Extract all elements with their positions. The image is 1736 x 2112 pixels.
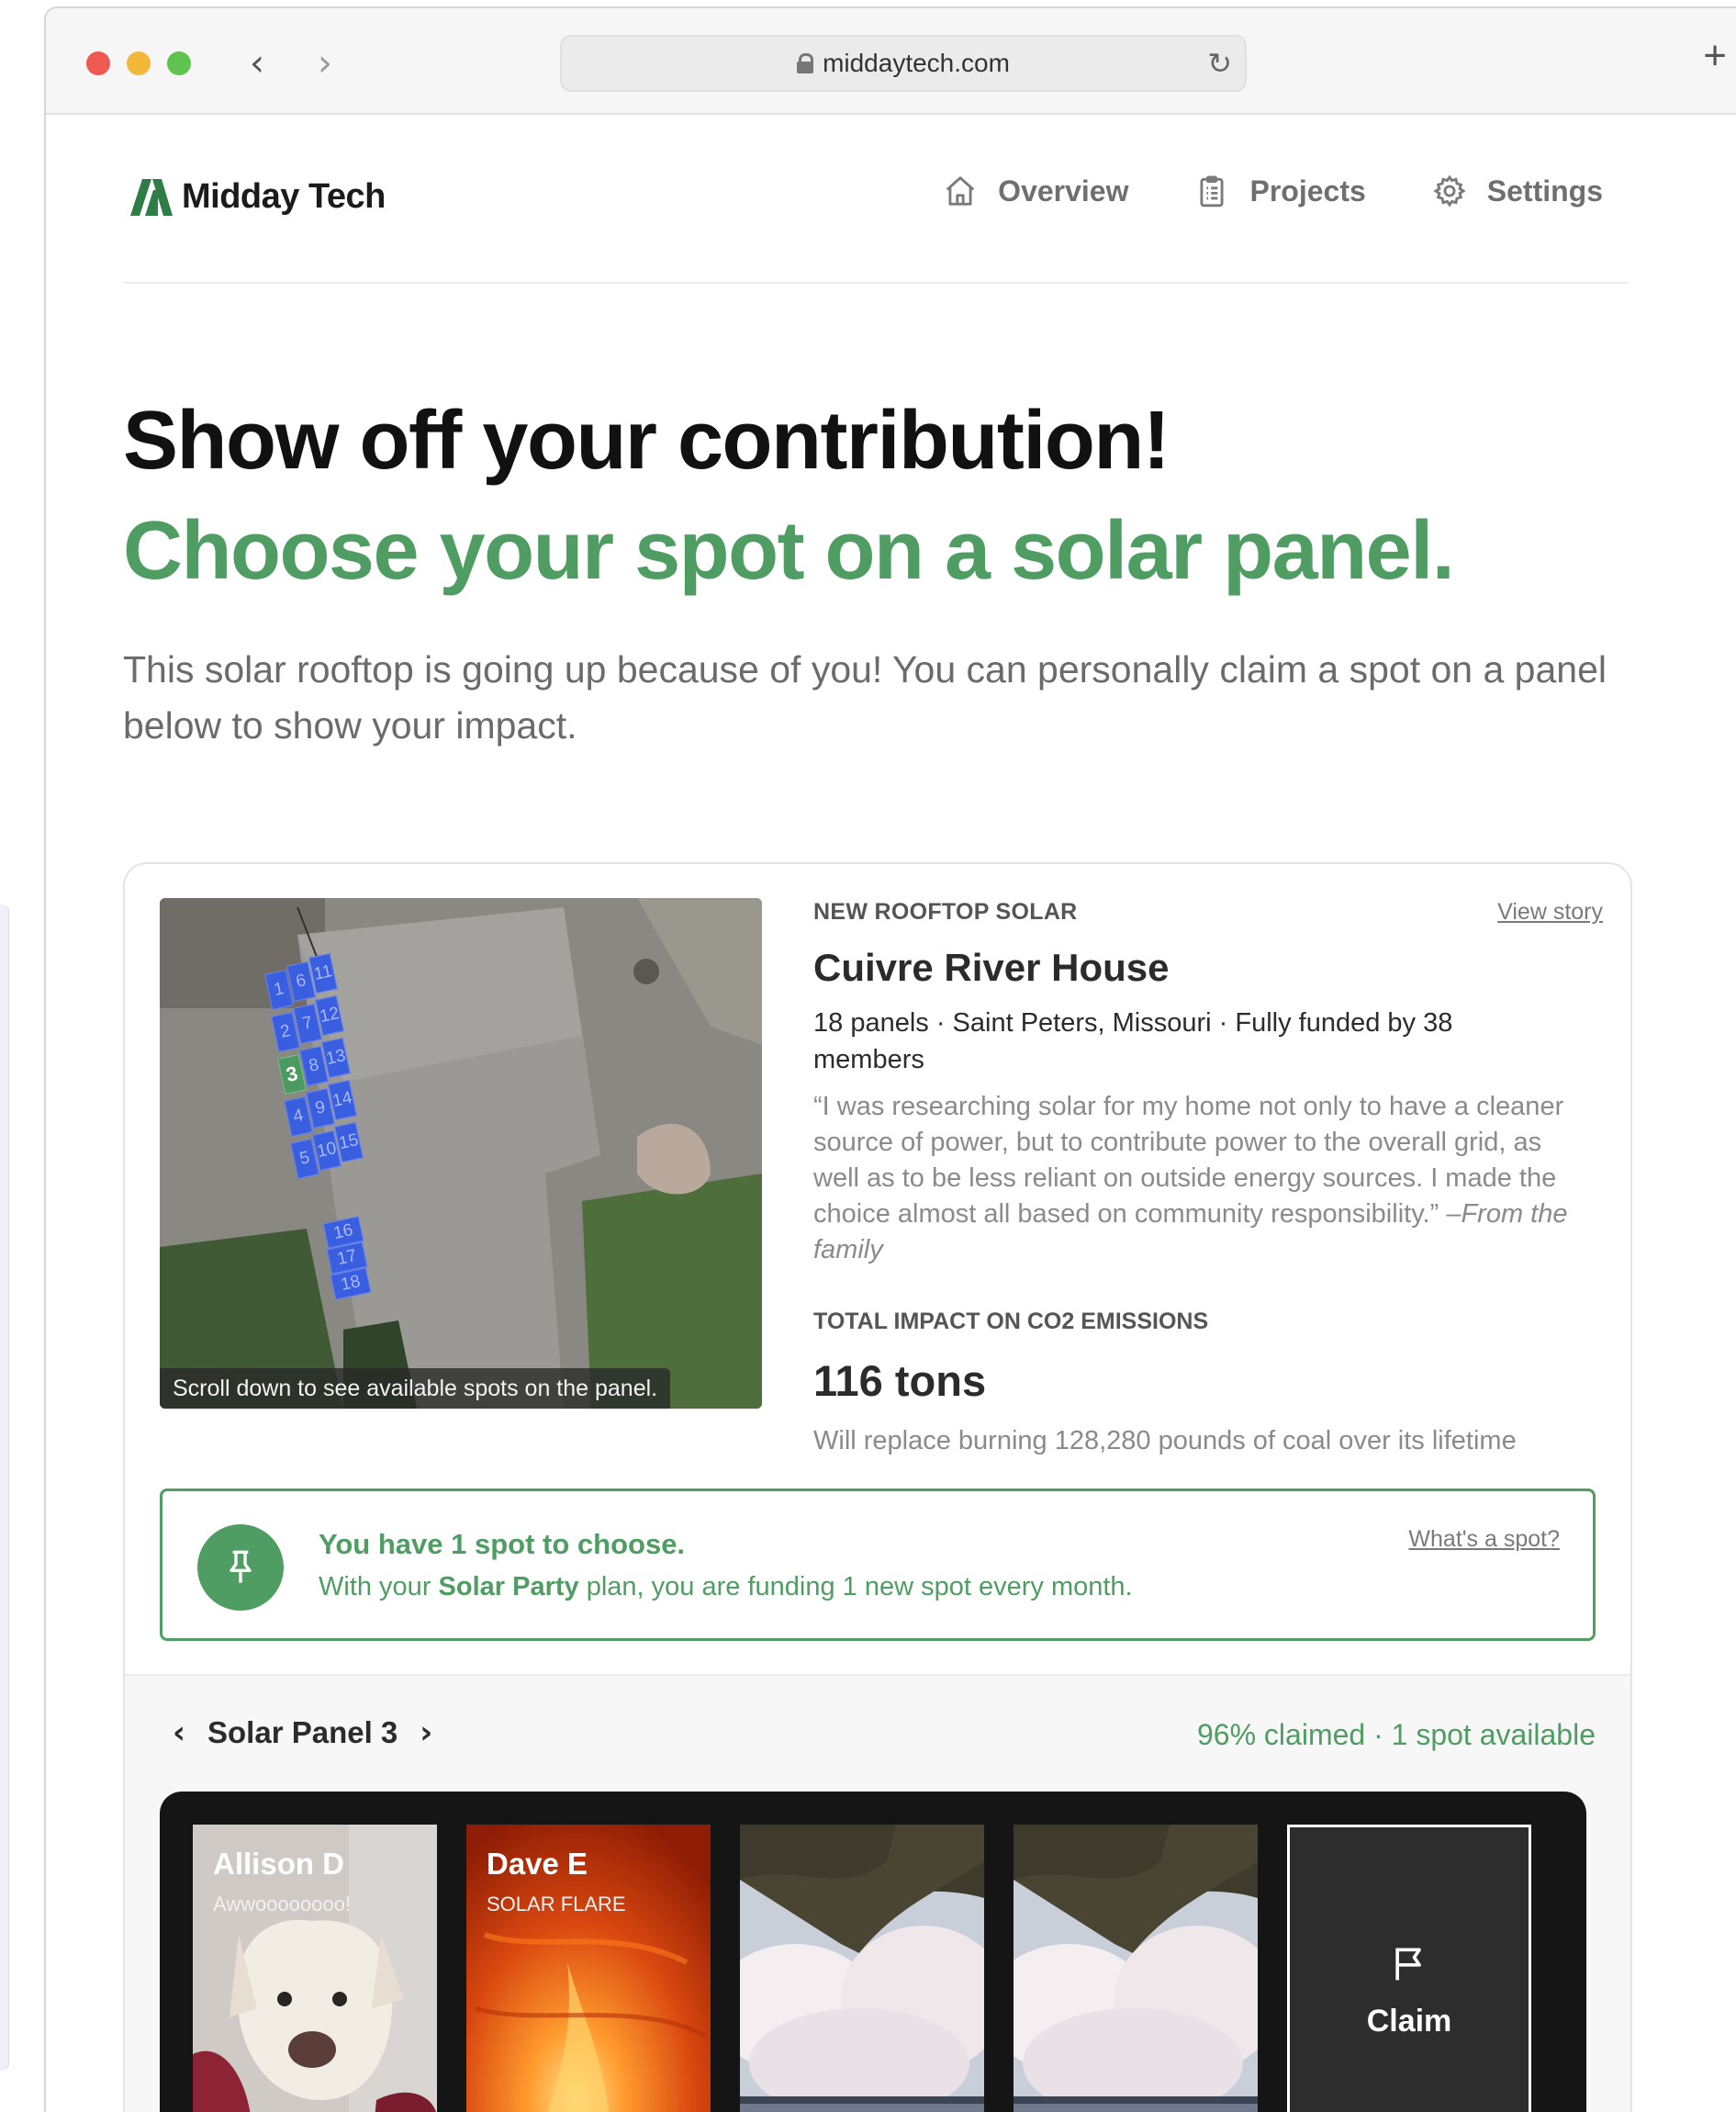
- claim-label: Claim: [1366, 2004, 1452, 2039]
- gear-icon: [1433, 174, 1466, 208]
- spot-notice-banner: You have 1 spot to choose. With your Sol…: [160, 1489, 1596, 1641]
- panel-spots-section: ‹ Solar Panel 3 › 96% claimed · 1 spot a…: [125, 1674, 1630, 2112]
- impact-label: TOTAL IMPACT ON CO2 EMISSIONS: [813, 1309, 1209, 1334]
- close-window-button[interactable]: [86, 51, 110, 75]
- nav-item-settings[interactable]: Settings: [1432, 174, 1603, 208]
- view-story-link[interactable]: View story: [1497, 899, 1603, 926]
- spot-tile-blossom-2[interactable]: [1014, 1825, 1258, 2112]
- nav-item-overview[interactable]: Overview: [943, 174, 1128, 208]
- plan-name: Solar Party: [438, 1572, 579, 1601]
- flag-icon: [1395, 1948, 1421, 1981]
- spot-gallery: Allison D Awwoooooooo! Dave E SOLAR FLAR…: [160, 1792, 1586, 2112]
- project-card: 1 2 3 4 5 6 7 8 9 10 11 12 13 14 15 16 17 18 Scroll down …: [123, 862, 1632, 2112]
- spot-owner-message: Awwoooooooo!: [213, 1893, 352, 1915]
- minimize-window-button[interactable]: [127, 51, 151, 75]
- clipboard-icon: [1200, 175, 1224, 208]
- pushpin-icon: [197, 1524, 284, 1611]
- spot-owner-message: SOLAR FLARE: [487, 1893, 626, 1915]
- cherry-blossom-photo: [740, 1825, 984, 2112]
- forward-arrow-icon[interactable]: ›: [318, 45, 332, 82]
- panel-navigator: ‹ Solar Panel 3 ›: [173, 1714, 432, 1751]
- notice-body-prefix: With your: [319, 1572, 439, 1601]
- page-subtitle: Choose your spot on a solar panel.: [123, 505, 1455, 597]
- spot-tile-blossom-1[interactable]: [740, 1825, 984, 2112]
- browser-toolbar: ‹ › middaytech.com ↻ +: [46, 8, 1736, 115]
- page-description: This solar rooftop is going up because o…: [123, 648, 1607, 747]
- notice-title: You have 1 spot to choose.: [319, 1528, 686, 1560]
- family-quote: “I was researching solar for my home not…: [813, 1089, 1594, 1268]
- rooftop-aerial-image: [160, 898, 762, 1409]
- site-header: Midday Tech Overview Projects Settings: [123, 115, 1629, 284]
- page-title: Show off your contribution!: [123, 395, 1170, 487]
- claim-spot-button[interactable]: Claim: [1287, 1825, 1531, 2112]
- brand-logo[interactable]: Midday Tech: [130, 177, 386, 217]
- spot-tile-allison[interactable]: Allison D Awwoooooooo!: [193, 1825, 437, 2112]
- back-arrow-icon[interactable]: ‹: [250, 45, 264, 82]
- midday-logo-icon: [130, 178, 173, 216]
- map-caption: Scroll down to see available spots on th…: [160, 1368, 671, 1409]
- impact-value: 116 tons: [813, 1356, 987, 1405]
- new-tab-plus-icon[interactable]: +: [1703, 36, 1727, 76]
- whats-a-spot-link[interactable]: What's a spot?: [1408, 1526, 1560, 1553]
- panel-name: Solar Panel 3: [207, 1715, 398, 1749]
- project-meta: 18 panels · Saint Peters, Missouri · Ful…: [813, 1008, 1453, 1074]
- nav-item-projects[interactable]: Projects: [1194, 174, 1366, 208]
- brand-name: Midday Tech: [182, 177, 386, 216]
- spot-owner-name: Allison D: [213, 1847, 345, 1881]
- project-details: NEW ROOFTOP SOLAR View story Cuivre Rive…: [813, 899, 1603, 1456]
- project-title: Cuivre River House: [813, 946, 1170, 989]
- main-nav: Overview Projects Settings: [943, 174, 1603, 208]
- url-text: middaytech.com: [823, 49, 1010, 77]
- impact-note: Will replace burning 128,280 pounds of c…: [813, 1426, 1517, 1455]
- notice-body: With your Solar Party plan, you are fund…: [319, 1572, 1133, 1602]
- lock-icon: [797, 53, 814, 73]
- spot-tile-dave[interactable]: Dave E SOLAR FLARE: [466, 1825, 711, 2112]
- previous-panel-chevron-icon[interactable]: ‹: [173, 1714, 185, 1751]
- background-window-edge: [0, 904, 9, 2071]
- address-bar[interactable]: middaytech.com ↻: [560, 35, 1247, 92]
- project-kicker: NEW ROOFTOP SOLAR: [813, 899, 1078, 925]
- zoom-window-button[interactable]: [167, 51, 191, 75]
- nav-label: Projects: [1249, 174, 1366, 208]
- rooftop-satellite-map[interactable]: 1 2 3 4 5 6 7 8 9 10 11 12 13 14 15 16 17 18 Scroll down …: [160, 898, 762, 1409]
- cherry-blossom-photo: [1014, 1825, 1258, 2112]
- next-panel-chevron-icon[interactable]: ›: [420, 1714, 432, 1751]
- spot-owner-name: Dave E: [487, 1847, 588, 1881]
- nav-label: Settings: [1486, 174, 1603, 208]
- notice-body-suffix: plan, you are funding 1 new spot every m…: [578, 1572, 1133, 1601]
- nav-label: Overview: [998, 174, 1129, 208]
- reload-icon[interactable]: ↻: [1207, 46, 1232, 81]
- claimed-status: 96% claimed · 1 spot available: [1196, 1718, 1596, 1751]
- browser-window: ‹ › middaytech.com ↻ + Midday Tech Overv…: [44, 6, 1736, 2112]
- home-icon: [946, 176, 975, 206]
